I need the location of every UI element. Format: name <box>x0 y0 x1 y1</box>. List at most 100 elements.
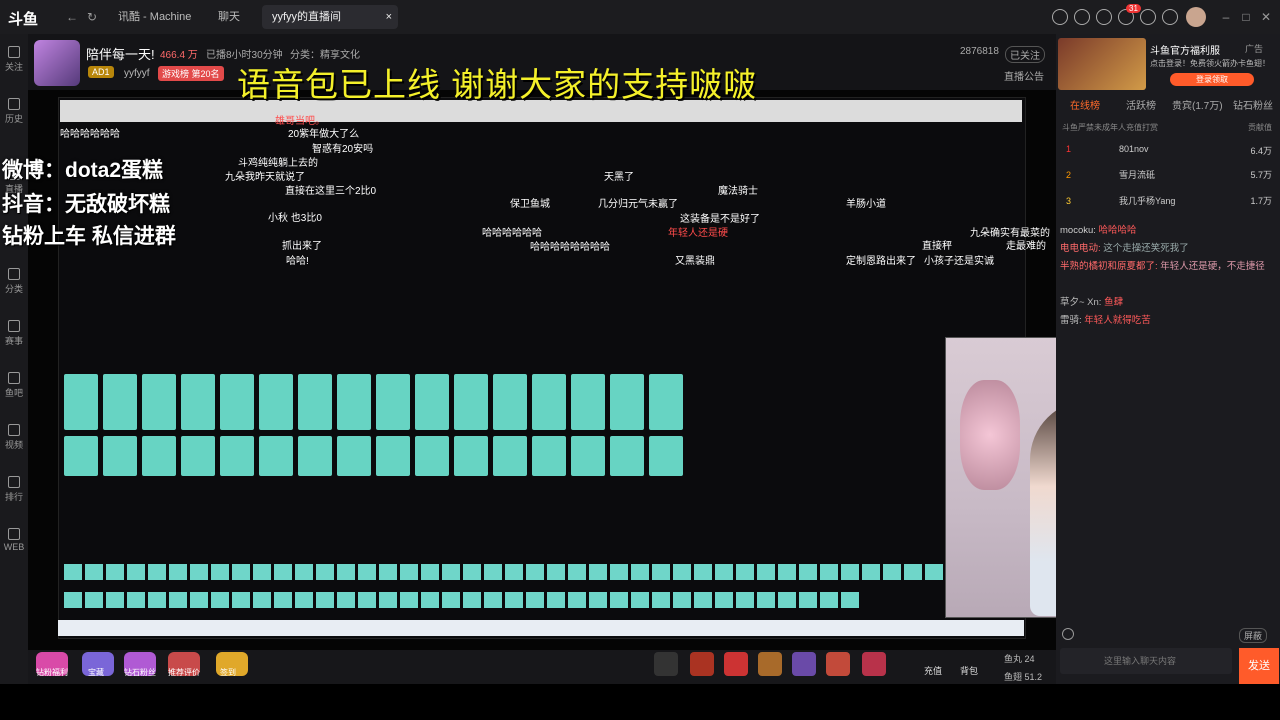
danmu-item: 哈哈哈哈哈哈哈哈 <box>530 242 610 253</box>
tab-diamond-fans[interactable]: 钻石粉丝 <box>1233 97 1273 112</box>
super-rocket-gift-icon[interactable] <box>690 652 714 676</box>
player-tile <box>631 591 649 608</box>
hero-card <box>64 374 98 430</box>
tab-close-icon[interactable]: × <box>386 5 392 29</box>
send-button[interactable]: 发送 <box>1239 648 1279 684</box>
player-tile <box>463 591 481 608</box>
ad-login-button[interactable]: 登录领取 <box>1170 73 1254 86</box>
player-tile <box>715 564 733 580</box>
tower-gift-icon[interactable] <box>792 652 816 676</box>
rank-name: 我几乎杨Yang <box>1119 196 1176 206</box>
rocket-gift-icon[interactable] <box>654 652 678 676</box>
level-badge: AD1 <box>88 66 114 78</box>
refresh-icon[interactable]: ↻ <box>84 9 100 25</box>
rank-row[interactable]: 1 801nov 6.4万 <box>1060 144 1272 160</box>
favorite-icon[interactable] <box>1074 9 1090 25</box>
chat-user[interactable]: 电电电动: <box>1060 243 1101 254</box>
danmu-item: 九朵确实有最菜的 <box>970 228 1050 239</box>
weibo-overlay: 微博：dota2蛋糕 <box>2 159 164 182</box>
player-tile <box>211 564 229 580</box>
microphone-gift-icon[interactable] <box>862 652 886 676</box>
ad-banner-image[interactable] <box>1058 38 1146 90</box>
player-grid <box>64 564 944 616</box>
maximize-icon[interactable]: □ <box>1238 9 1254 25</box>
chat-user[interactable]: 半熟的橘初和原夏都了: <box>1060 261 1158 272</box>
sidebar-item-match[interactable]: 赛事 <box>0 320 28 347</box>
announcement-link[interactable]: 直播公告 <box>1004 68 1044 83</box>
follow-button[interactable]: 已关注 <box>1005 46 1045 63</box>
hero-card <box>493 374 527 430</box>
chat-user[interactable]: 雷骑: <box>1060 315 1082 326</box>
chat-message: 雷骑: 年轻人就得吃苦 <box>1060 312 1274 326</box>
rank-row[interactable]: 2 雪月流砥 5.7万 <box>1060 168 1272 184</box>
history-icon[interactable] <box>1052 9 1068 25</box>
minimize-icon[interactable]: – <box>1218 9 1234 25</box>
tab-active-rank[interactable]: 活跃榜 <box>1126 97 1156 112</box>
rank-row[interactable]: 3 我几乎杨Yang 1.7万 <box>1060 194 1272 210</box>
fans-group-overlay: 钻粉上车 私信进群 <box>2 225 176 248</box>
tab-live-room[interactable]: yyfyy的直播间 × <box>262 5 398 29</box>
game-rank-tag[interactable]: 游戏榜 第20名 <box>158 66 224 81</box>
douyu-logo[interactable]: 斗鱼 <box>8 8 38 29</box>
settings-icon[interactable] <box>1162 9 1178 25</box>
plane-gift-icon[interactable] <box>724 652 748 676</box>
close-icon[interactable]: ✕ <box>1258 9 1274 25</box>
player-tile <box>778 591 796 608</box>
chat-user[interactable]: mocoku: <box>1060 225 1096 236</box>
game-tag-label: 游戏榜 <box>162 69 190 79</box>
sidebar-label: 鱼吧 <box>4 388 23 398</box>
player-tile <box>295 591 313 608</box>
chat-message: mocoku: 哈哈哈哈 <box>1060 222 1274 236</box>
swords-gift-icon[interactable] <box>826 652 850 676</box>
chat-input[interactable]: 这里输入聊天内容 <box>1060 648 1232 674</box>
sidebar-label: 视频 <box>4 440 23 450</box>
crown-gift-icon[interactable] <box>758 652 782 676</box>
player-tile <box>610 564 628 580</box>
danmu-item: 20紫年做大了么 <box>288 129 360 140</box>
player-tile <box>337 591 355 608</box>
chat-text: 年轻人还是硬，不走捷径 <box>1160 261 1265 272</box>
hero-card <box>103 374 137 430</box>
tab-vip[interactable]: 贵宾(1.7万) <box>1172 97 1223 112</box>
hero-card <box>571 436 605 476</box>
player-tile <box>85 591 103 608</box>
player-tile <box>421 564 439 580</box>
user-avatar[interactable] <box>1186 7 1206 27</box>
player-tile <box>757 591 775 608</box>
chat-message: 草夕~ Xn: 鱼肆 <box>1060 294 1274 308</box>
gift-icon[interactable] <box>1140 9 1156 25</box>
sidebar-item-video[interactable]: 视频 <box>0 424 28 451</box>
player-tile <box>778 564 796 580</box>
back-icon[interactable]: ← <box>64 9 80 25</box>
chat-text: 这个走操还笑死我了 <box>1103 243 1189 254</box>
player-tile <box>169 564 187 580</box>
block-toggle[interactable]: 屏蔽 <box>1239 628 1268 643</box>
emoji-icon[interactable] <box>1062 628 1074 640</box>
left-sidebar <box>0 34 28 684</box>
video-icon <box>8 424 20 436</box>
player-tile <box>253 591 271 608</box>
player-tile <box>694 591 712 608</box>
tab-chat[interactable]: 聊天 <box>208 5 250 29</box>
sidebar-item-rank[interactable]: 排行 <box>0 476 28 503</box>
tab-online-rank[interactable]: 在线榜 <box>1070 97 1100 112</box>
sidebar-item-web[interactable]: WEB <box>0 528 28 552</box>
message-icon[interactable] <box>1096 9 1112 25</box>
streamer-avatar[interactable] <box>34 40 80 86</box>
player-tile <box>736 564 754 580</box>
chat-message: 电电电动: 这个走操还笑死我了 <box>1060 240 1274 254</box>
player-tile <box>820 564 838 580</box>
chat-message: 半熟的橘初和原夏都了: 年轻人还是硬，不走捷径 <box>1060 258 1274 272</box>
player-tile <box>673 591 691 608</box>
chat-user[interactable]: 草夕~ Xn: <box>1060 297 1101 308</box>
bag-button[interactable]: 背包 <box>960 664 978 677</box>
sidebar-item-category[interactable]: 分类 <box>0 268 28 295</box>
charge-button[interactable]: 充值 <box>924 664 942 677</box>
hero-card <box>181 374 215 430</box>
sidebar-item-follow[interactable]: 关注 <box>0 46 28 73</box>
danmu-item: 定制恩路出来了 <box>846 256 916 267</box>
sidebar-item-fishbar[interactable]: 鱼吧 <box>0 372 28 399</box>
danmu-item: 年轻人还是硬 <box>668 228 728 239</box>
sidebar-item-history[interactable]: 历史 <box>0 98 28 125</box>
tab-machine[interactable]: 讯酷 - Machine <box>108 5 201 29</box>
